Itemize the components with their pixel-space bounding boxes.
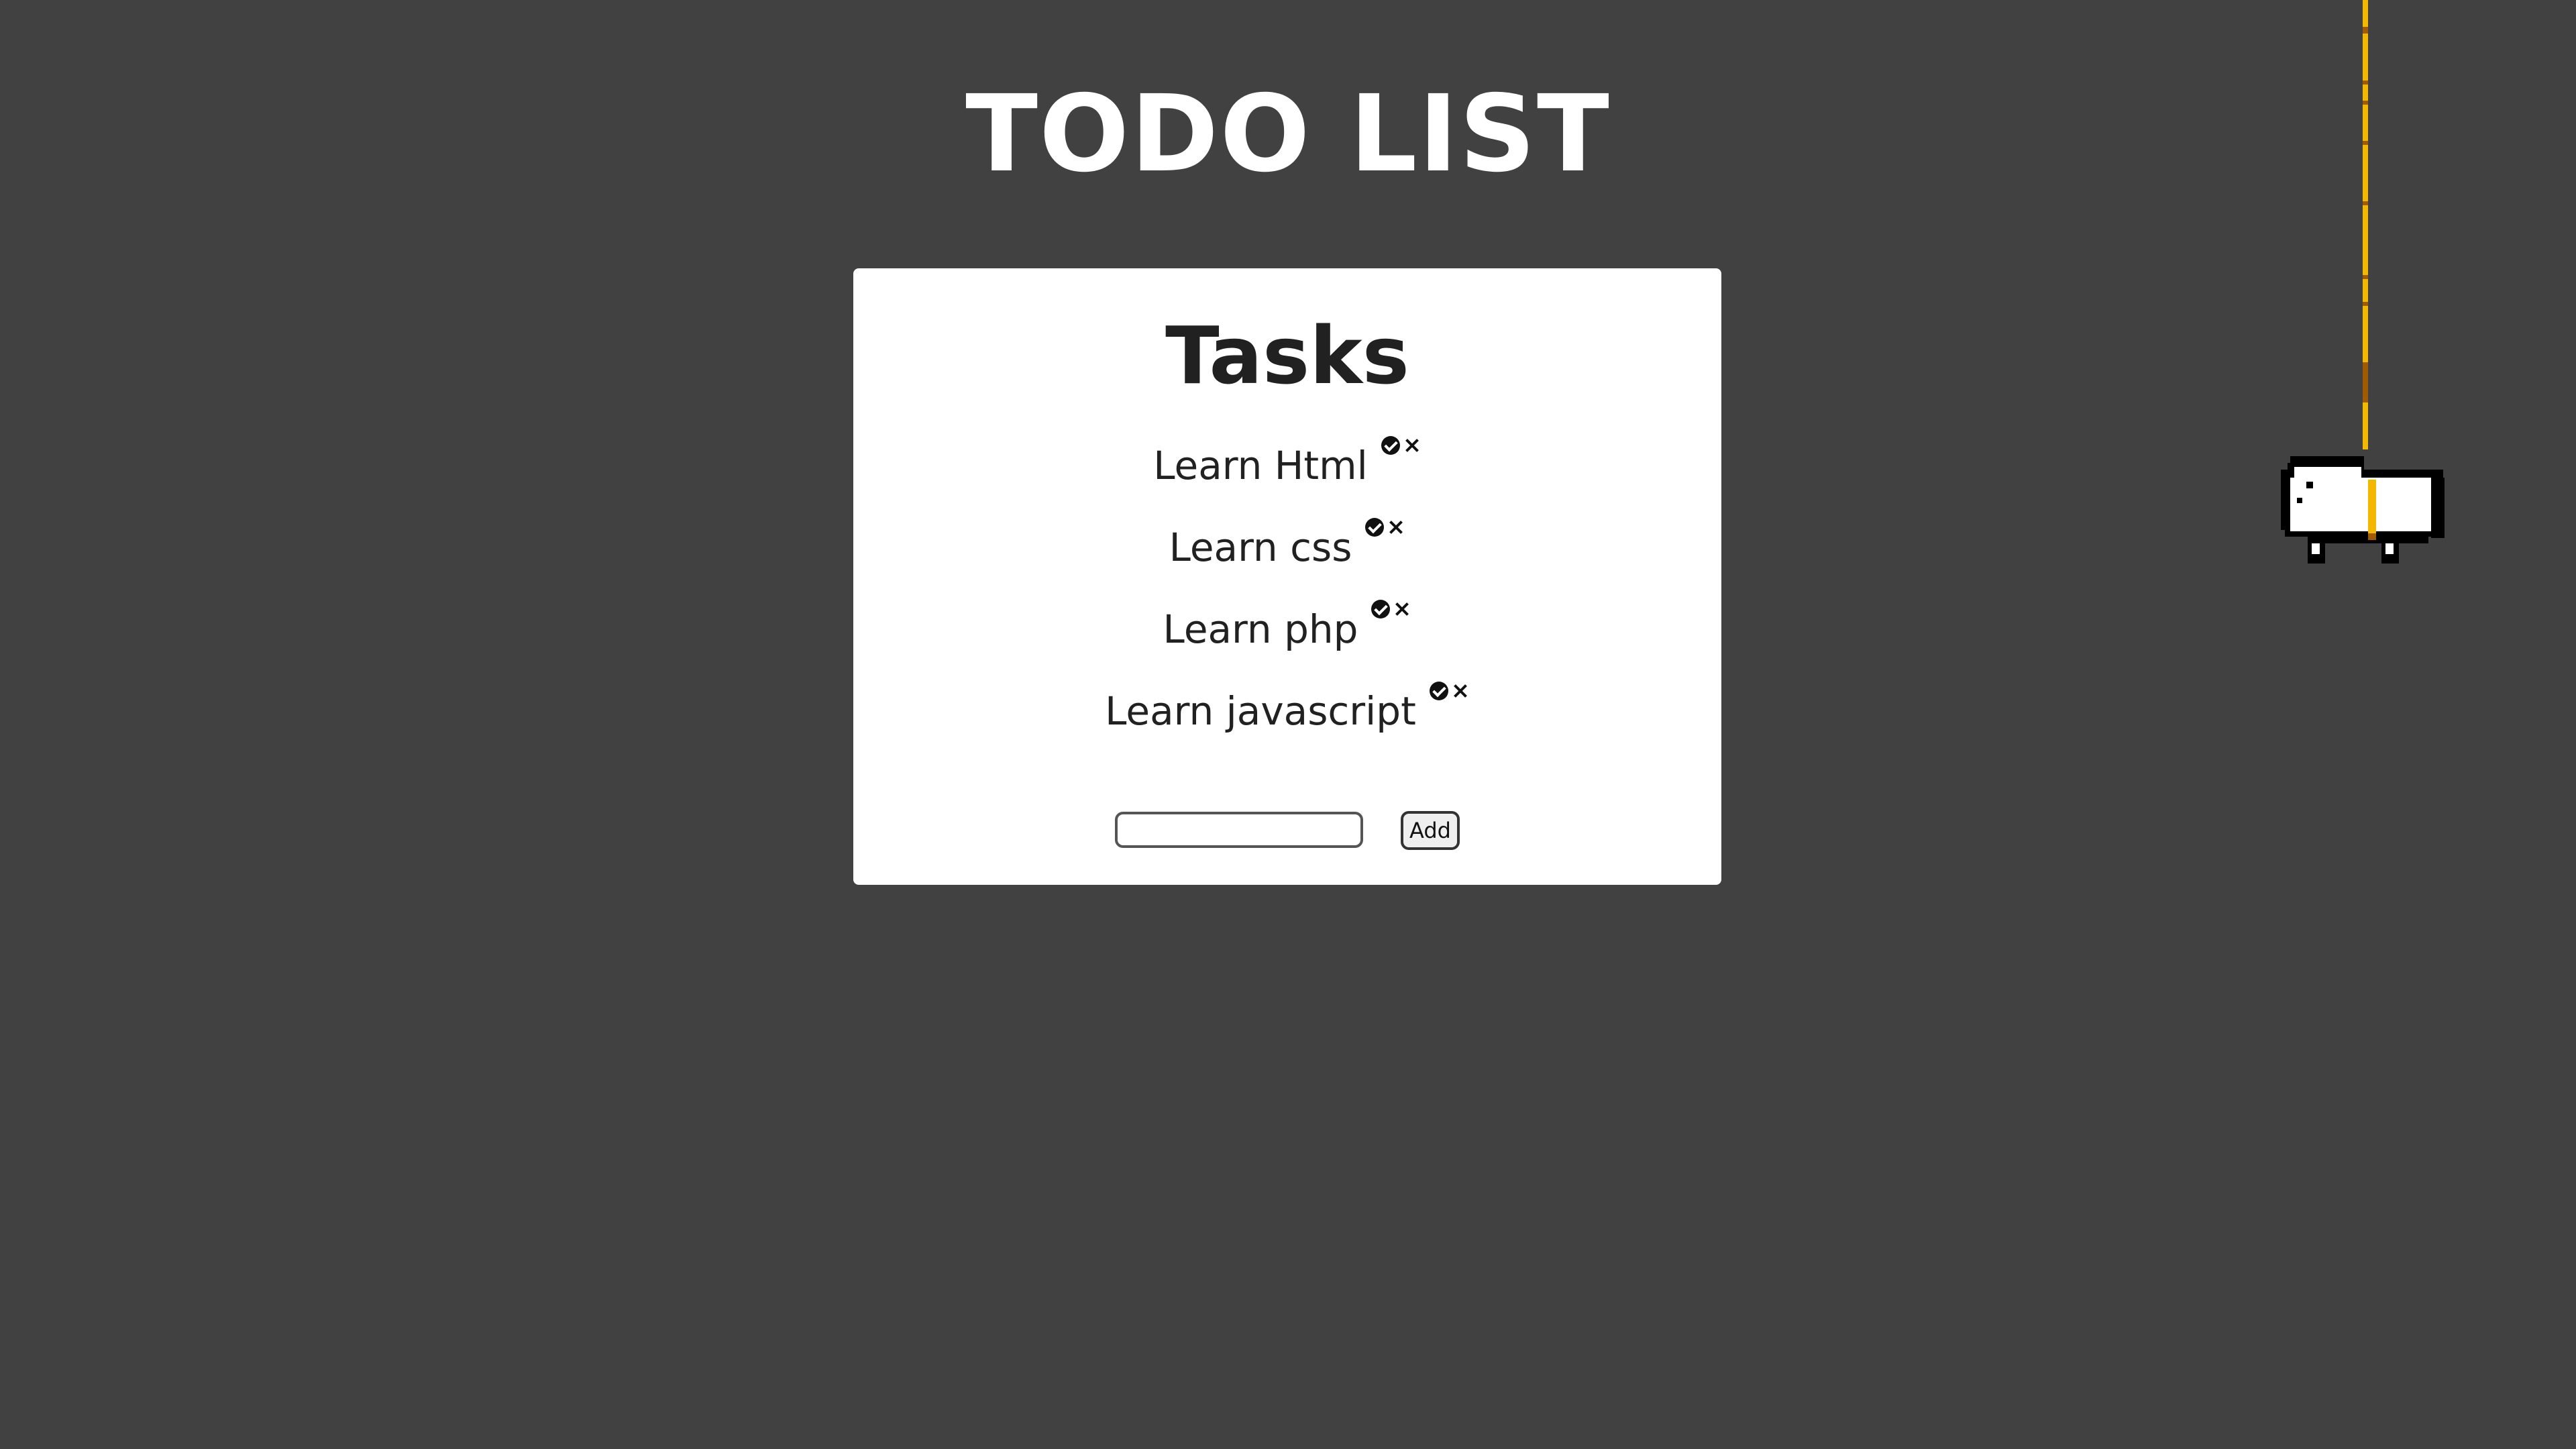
check-circle-icon[interactable] — [1381, 435, 1400, 455]
new-task-input[interactable] — [1115, 812, 1363, 848]
page-title: TODO LIST — [965, 72, 1611, 196]
task-item: Learn php — [853, 599, 1721, 656]
pixel-dog-icon[interactable] — [2281, 0, 2449, 590]
close-icon[interactable] — [1393, 600, 1411, 619]
add-button[interactable]: Add — [1401, 811, 1460, 850]
task-label: Learn Html — [1153, 442, 1368, 488]
leash — [2363, 0, 2368, 449]
task-label: Learn javascript — [1105, 688, 1416, 734]
task-actions — [1429, 661, 1470, 715]
check-circle-icon[interactable] — [1371, 599, 1391, 619]
task-label: Learn css — [1169, 524, 1352, 570]
close-icon[interactable] — [1403, 436, 1421, 455]
check-circle-icon[interactable] — [1365, 517, 1385, 537]
task-actions — [1381, 416, 1421, 470]
task-actions — [1371, 580, 1411, 633]
task-item: Learn Html — [853, 435, 1721, 492]
check-circle-icon[interactable] — [1429, 681, 1448, 700]
task-item: Learn javascript — [853, 681, 1721, 738]
task-actions — [1365, 498, 1405, 551]
task-item: Learn css — [853, 517, 1721, 574]
task-label: Learn php — [1163, 606, 1358, 652]
close-icon[interactable] — [1387, 518, 1405, 537]
dog-body — [2281, 456, 2445, 564]
close-icon[interactable] — [1451, 682, 1470, 700]
card-title: Tasks — [1165, 309, 1409, 402]
todo-app: TODO LIST Tasks Learn Html Learn css Lea… — [0, 0, 2576, 1449]
